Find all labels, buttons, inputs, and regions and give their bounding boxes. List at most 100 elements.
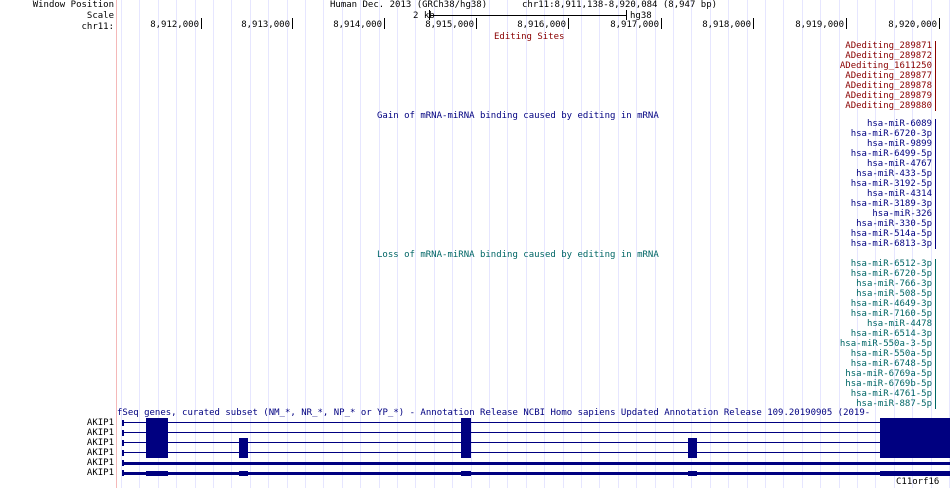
- gain-mirna-marker[interactable]: [935, 219, 936, 229]
- loss-mirna-marker[interactable]: [935, 379, 936, 389]
- gain-mirna-label[interactable]: hsa-miR-4767: [867, 159, 932, 169]
- editing-site-marker[interactable]: [935, 81, 936, 91]
- exon-block: [461, 428, 471, 438]
- loss-mirna-label[interactable]: hsa-miR-6748-5p: [851, 359, 932, 369]
- gene-row[interactable]: AKIP1: [0, 438, 950, 448]
- loss-mirna-label[interactable]: hsa-miR-4478: [867, 319, 932, 329]
- loss-mirna-marker[interactable]: [935, 389, 936, 399]
- c11orf16-label[interactable]: C11orf16: [896, 477, 939, 487]
- ruler-tick-label: 8,920,000: [888, 20, 937, 30]
- editing-site-label[interactable]: ADediting_289878: [845, 81, 932, 91]
- loss-mirna-marker[interactable]: [935, 369, 936, 379]
- loss-mirna-label[interactable]: hsa-miR-766-3p: [856, 279, 932, 289]
- loss-mirna-marker[interactable]: [935, 349, 936, 359]
- gene-name-label[interactable]: AKIP1: [87, 458, 114, 468]
- editing-site-marker[interactable]: [935, 61, 936, 71]
- editing-site-marker[interactable]: [935, 91, 936, 101]
- exon-block: [461, 418, 471, 428]
- loss-mirna-label[interactable]: hsa-miR-6720-5p: [851, 269, 932, 279]
- gene-row[interactable]: AKIP1: [0, 428, 950, 438]
- editing-site-marker[interactable]: [935, 101, 936, 111]
- position-label: chr11:8,911,138-8,920,084 (8,947 bp): [522, 0, 718, 10]
- gain-mirna-label[interactable]: hsa-miR-433-5p: [856, 169, 932, 179]
- gene-start-mark: [122, 430, 124, 436]
- gene-row[interactable]: AKIP1: [0, 418, 950, 428]
- genes-track-title: fSeq genes, curated subset (NM_*, NR_*, …: [117, 408, 871, 418]
- gain-mirna-label[interactable]: hsa-miR-6720-3p: [851, 129, 932, 139]
- gain-mirna-marker[interactable]: [935, 239, 936, 249]
- intron-line: [122, 432, 950, 433]
- loss-mirna-label[interactable]: hsa-miR-4649-3p: [851, 299, 932, 309]
- loss-mirna-label[interactable]: hsa-miR-6769b-5p: [845, 379, 932, 389]
- loss-mirna-marker[interactable]: [935, 359, 936, 369]
- gain-mirna-marker[interactable]: [935, 149, 936, 159]
- editing-site-label[interactable]: ADediting_1611250: [840, 61, 932, 71]
- gain-mirna-label[interactable]: hsa-miR-9899: [867, 139, 932, 149]
- gene-name-label[interactable]: AKIP1: [87, 438, 114, 448]
- exon-block: [146, 438, 168, 448]
- intron-line: [122, 422, 950, 423]
- loss-mirna-marker[interactable]: [935, 299, 936, 309]
- gene-name-label[interactable]: AKIP1: [87, 468, 114, 478]
- gain-mirna-label[interactable]: hsa-miR-6499-5p: [851, 149, 932, 159]
- gain-mirna-marker[interactable]: [935, 169, 936, 179]
- exon-block: [239, 448, 248, 458]
- editing-site-label[interactable]: ADediting_289877: [845, 71, 932, 81]
- gene-name-label[interactable]: AKIP1: [87, 418, 114, 428]
- gene-name-label[interactable]: AKIP1: [87, 448, 114, 458]
- loss-mirna-label[interactable]: hsa-miR-550a-3-5p: [840, 339, 932, 349]
- loss-mirna-marker[interactable]: [935, 339, 936, 349]
- gene-start-mark: [122, 470, 124, 476]
- gain-mirna-label[interactable]: hsa-miR-330-5p: [856, 219, 932, 229]
- loss-mirna-marker[interactable]: [935, 309, 936, 319]
- gene-row[interactable]: AKIP1: [0, 458, 950, 468]
- loss-mirna-label[interactable]: hsa-miR-6512-3p: [851, 259, 932, 269]
- gain-mirna-marker[interactable]: [935, 189, 936, 199]
- loss-mirna-label[interactable]: hsa-miR-6514-3p: [851, 329, 932, 339]
- gene-row[interactable]: AKIP1: [0, 448, 950, 458]
- loss-mirna-marker[interactable]: [935, 329, 936, 339]
- gain-mirna-marker[interactable]: [935, 129, 936, 139]
- loss-mirna-marker[interactable]: [935, 289, 936, 299]
- gene-name-label[interactable]: AKIP1: [87, 428, 114, 438]
- gain-mirna-marker[interactable]: [935, 119, 936, 129]
- gain-mirna-marker[interactable]: [935, 209, 936, 219]
- editing-site-marker[interactable]: [935, 51, 936, 61]
- editing-site-label[interactable]: ADediting_289871: [845, 41, 932, 51]
- editing-site-label[interactable]: ADediting_289879: [845, 91, 932, 101]
- exon-block: [239, 471, 248, 476]
- gain-mirna-label[interactable]: hsa-miR-4314: [867, 189, 932, 199]
- exon-block: [880, 418, 894, 428]
- gain-mirna-marker[interactable]: [935, 159, 936, 169]
- loss-mirna-marker[interactable]: [935, 399, 936, 409]
- loss-mirna-marker[interactable]: [935, 259, 936, 269]
- exon-block: [688, 448, 697, 458]
- gain-mirna-label[interactable]: hsa-miR-6089: [867, 119, 932, 129]
- loss-mirna-label[interactable]: hsa-miR-550a-5p: [851, 349, 932, 359]
- loss-mirna-marker[interactable]: [935, 279, 936, 289]
- gain-mirna-label[interactable]: hsa-miR-3189-3p: [851, 199, 932, 209]
- exon-block: [146, 418, 168, 428]
- exon-block: [146, 428, 168, 438]
- gain-mirna-label[interactable]: hsa-miR-514a-5p: [851, 229, 932, 239]
- gain-mirna-marker[interactable]: [935, 229, 936, 239]
- gain-mirna-marker[interactable]: [935, 199, 936, 209]
- loss-mirna-label[interactable]: hsa-miR-6769a-5p: [845, 369, 932, 379]
- editing-site-marker[interactable]: [935, 41, 936, 51]
- gain-mirna-marker[interactable]: [935, 139, 936, 149]
- gain-mirna-label[interactable]: hsa-miR-3192-5p: [851, 179, 932, 189]
- editing-site-label[interactable]: ADediting_289880: [845, 101, 932, 111]
- loss-mirna-label[interactable]: hsa-miR-508-5p: [856, 289, 932, 299]
- gain-mirna-label[interactable]: hsa-miR-326: [872, 209, 932, 219]
- exon-block: [688, 471, 697, 476]
- gene-row[interactable]: AKIP1: [0, 468, 950, 478]
- loss-mirna-label[interactable]: hsa-miR-4761-5p: [851, 389, 932, 399]
- gain-mirna-marker[interactable]: [935, 179, 936, 189]
- loss-mirna-marker[interactable]: [935, 319, 936, 329]
- gain-mirna-label[interactable]: hsa-miR-6813-3p: [851, 239, 932, 249]
- loss-mirna-label[interactable]: hsa-miR-7160-5p: [851, 309, 932, 319]
- editing-site-marker[interactable]: [935, 71, 936, 81]
- loss-mirna-marker[interactable]: [935, 269, 936, 279]
- editing-site-label[interactable]: ADediting_289872: [845, 51, 932, 61]
- exon-block: [146, 448, 168, 458]
